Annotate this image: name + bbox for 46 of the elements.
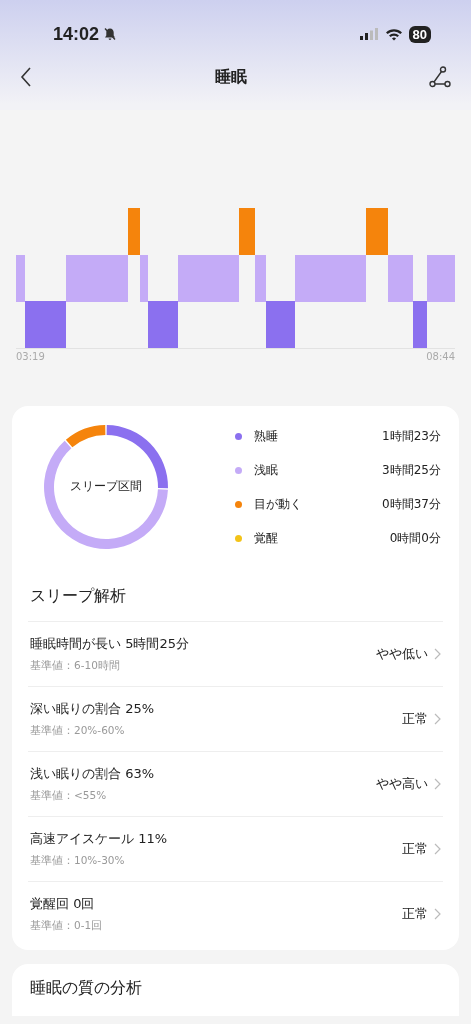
chevron-icon [434, 778, 441, 790]
analysis-row[interactable]: 覚醒回 0回 基準値：0-1回 正常 [28, 881, 443, 946]
wifi-icon [384, 27, 403, 41]
analysis-row[interactable]: 浅い眠りの割合 63% 基準値：<55% やや高い [28, 751, 443, 816]
status-label: やや高い [376, 775, 428, 793]
reference-range: 基準値：0-1回 [30, 919, 104, 933]
clock: 14:02 [53, 23, 100, 45]
chevron-icon [434, 648, 441, 660]
metric-label: 覚醒回 0回 [30, 895, 96, 913]
reference-range: 基準値：6-10時間 [30, 659, 121, 673]
end-time: 08:44 [426, 351, 455, 362]
bell-muted-icon [103, 27, 118, 41]
battery-level: 80 [408, 25, 431, 43]
section-title: 睡眠の質の分析 [30, 978, 143, 999]
status-label: 正常 [402, 710, 428, 728]
chevron-icon [434, 843, 441, 855]
legend-value: 3時間25分 [382, 461, 441, 479]
analysis-row[interactable]: 深い眠りの割合 25% 基準値：20%-60% 正常 [28, 686, 443, 751]
legend-label: 浅眠 [254, 461, 278, 479]
metric-label: 浅い眠りの割合 63% [30, 765, 156, 783]
donut-label: スリープ区間 [69, 478, 143, 495]
start-time: 03:19 [16, 351, 45, 362]
status-label: 正常 [402, 905, 428, 923]
chevron-icon [434, 713, 441, 725]
analysis-row[interactable]: 高速アイスケール 11% 基準値：10%-30% 正常 [28, 816, 443, 881]
legend-label: 覚醒 [254, 529, 278, 547]
legend-label: 熟睡 [254, 427, 278, 445]
analysis-row[interactable]: 睡眠時間が長い 5時間25分 基準値：6-10時間 やや低い [28, 621, 443, 686]
legend-value: 0時間37分 [382, 495, 441, 513]
status-label: 正常 [402, 840, 428, 858]
reference-range: 基準値：<55% [30, 789, 108, 803]
legend-value: 0時間0分 [389, 529, 441, 547]
reference-range: 基準値：10%-30% [30, 854, 126, 868]
page-title: 睡眠 [213, 66, 248, 88]
legend-label: 目が動く [254, 495, 302, 513]
metric-label: 高速アイスケール 11% [30, 830, 169, 848]
share-icon[interactable] [429, 66, 451, 88]
metric-label: 深い眠りの割合 25% [30, 700, 156, 718]
section-title: スリープ解析 [30, 586, 127, 607]
status-label: やや低い [376, 645, 428, 663]
chevron-icon [434, 908, 441, 920]
signal-icon [359, 28, 378, 40]
reference-range: 基準値：20%-60% [30, 724, 126, 738]
back-icon[interactable] [20, 67, 32, 87]
metric-label: 睡眠時間が長い 5時間25分 [30, 635, 190, 653]
legend-value: 1時間23分 [382, 427, 441, 445]
